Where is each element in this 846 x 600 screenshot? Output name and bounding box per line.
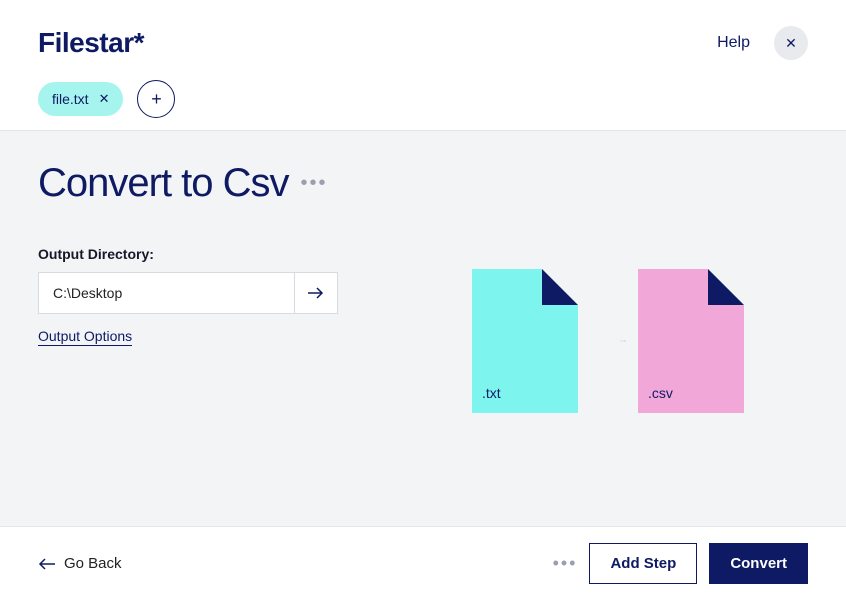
add-step-button[interactable]: Add Step [589, 543, 697, 584]
title-more-icon[interactable]: ••• [301, 172, 328, 195]
footer-more-icon[interactable]: ••• [553, 553, 578, 574]
output-directory-input[interactable] [38, 272, 294, 314]
close-button[interactable]: ✕ [774, 26, 808, 60]
app-logo: Filestar* [38, 27, 144, 59]
remove-file-icon[interactable]: ✕ [99, 91, 110, 107]
file-fold-icon [708, 269, 744, 305]
browse-directory-button[interactable] [294, 272, 338, 314]
convert-button[interactable]: Convert [709, 543, 808, 584]
file-fold-icon [542, 269, 578, 305]
source-file-box: .txt [472, 269, 578, 413]
page-title: Convert to Csv [38, 161, 289, 206]
arrow-left-icon [38, 558, 56, 570]
output-directory-label: Output Directory: [38, 246, 408, 262]
go-back-label: Go Back [64, 555, 122, 572]
arrow-right-icon [307, 286, 325, 300]
target-file-ext: .csv [648, 385, 673, 401]
go-back-button[interactable]: Go Back [38, 555, 122, 572]
help-link[interactable]: Help [717, 34, 750, 52]
conversion-diagram: .txt .csv [472, 269, 744, 413]
add-file-button[interactable]: + [137, 80, 175, 118]
arrow-right-icon [578, 340, 668, 342]
plus-icon: + [151, 89, 162, 110]
file-chip[interactable]: file.txt ✕ [38, 82, 123, 116]
close-icon: ✕ [785, 35, 797, 52]
source-file-ext: .txt [482, 385, 501, 401]
file-chip-name: file.txt [52, 91, 89, 107]
output-options-link[interactable]: Output Options [38, 328, 132, 346]
